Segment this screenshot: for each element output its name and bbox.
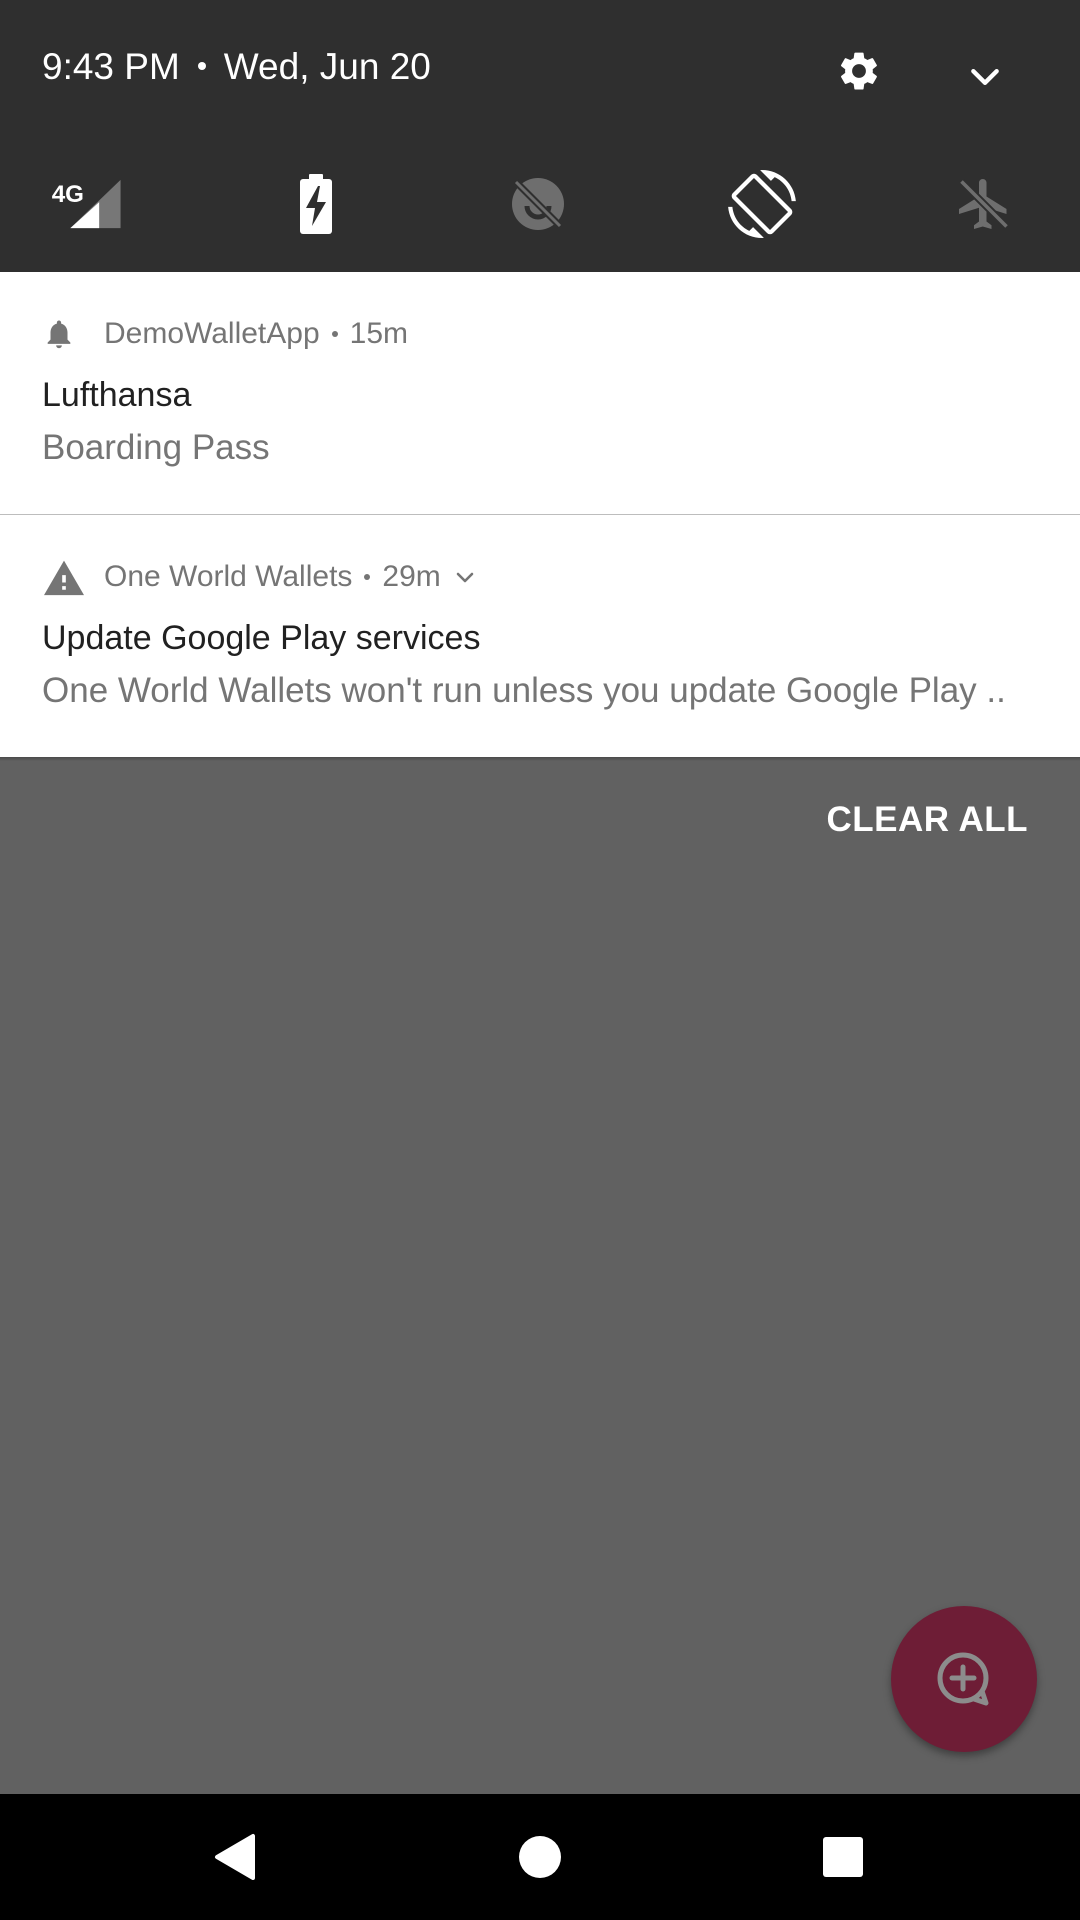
notification-app-name: One World Wallets	[104, 560, 353, 593]
separator-dot	[364, 574, 371, 580]
add-circle-icon	[937, 1652, 989, 1706]
notification-time: 15m	[349, 317, 408, 350]
tile-airplane-mode[interactable]	[944, 168, 1024, 240]
notification-header: DemoWalletApp 15m	[42, 314, 408, 354]
chevron-down-icon	[971, 69, 999, 86]
home-button[interactable]	[505, 1822, 575, 1892]
tile-data-saver[interactable]	[498, 168, 578, 240]
status-datetime: 9:43 PM Wed, Jun 20	[42, 46, 431, 88]
gear-icon	[840, 52, 877, 90]
add-fab-button[interactable]	[891, 1606, 1037, 1752]
navigation-bar	[0, 1794, 1080, 1920]
notification-card[interactable]: One World Wallets 29m Update Google Play…	[0, 515, 1080, 757]
home-circle-icon	[519, 1836, 561, 1878]
clear-all-button[interactable]: CLEAR ALL	[826, 800, 1028, 840]
notification-card[interactable]: DemoWalletApp 15m Lufthansa Boarding Pas…	[0, 272, 1080, 514]
separator-dot	[331, 331, 338, 337]
back-triangle-icon	[215, 1834, 255, 1880]
notification-text: Boarding Pass	[42, 428, 270, 467]
chevron-down-icon[interactable]	[453, 565, 477, 589]
signal-4g-label: 4G	[52, 181, 84, 208]
settings-button[interactable]	[832, 44, 886, 98]
quick-settings-header: 9:43 PM Wed, Jun 20 4G	[0, 0, 1080, 272]
notification-text: One World Wallets won't run unless you u…	[42, 671, 1006, 710]
bell-icon	[42, 314, 86, 354]
battery-charging-icon	[300, 174, 332, 234]
notification-time: 29m	[382, 560, 441, 593]
data-saver-off-icon	[512, 178, 564, 230]
notification-app-name: DemoWalletApp	[104, 317, 320, 350]
notification-title: Lufthansa	[42, 376, 192, 414]
recents-square-icon	[823, 1837, 863, 1877]
expand-quick-settings-button[interactable]	[958, 50, 1012, 104]
tile-auto-rotate[interactable]	[722, 168, 802, 240]
notification-shadow	[0, 757, 1080, 761]
back-button[interactable]	[200, 1822, 270, 1892]
separator-dot	[197, 62, 206, 70]
tile-battery[interactable]	[276, 168, 356, 240]
status-date: Wed, Jun 20	[223, 46, 431, 87]
tile-mobile-data[interactable]: 4G	[48, 168, 128, 240]
notification-title: Update Google Play services	[42, 619, 481, 657]
notification-header: One World Wallets 29m	[42, 557, 477, 597]
airplane-icon	[958, 178, 1010, 230]
status-time: 9:43 PM	[42, 46, 180, 87]
warning-icon	[42, 557, 86, 597]
recents-button[interactable]	[808, 1822, 878, 1892]
screen-rotation-icon	[728, 170, 796, 238]
signal-4g-icon: 4G	[52, 179, 121, 229]
